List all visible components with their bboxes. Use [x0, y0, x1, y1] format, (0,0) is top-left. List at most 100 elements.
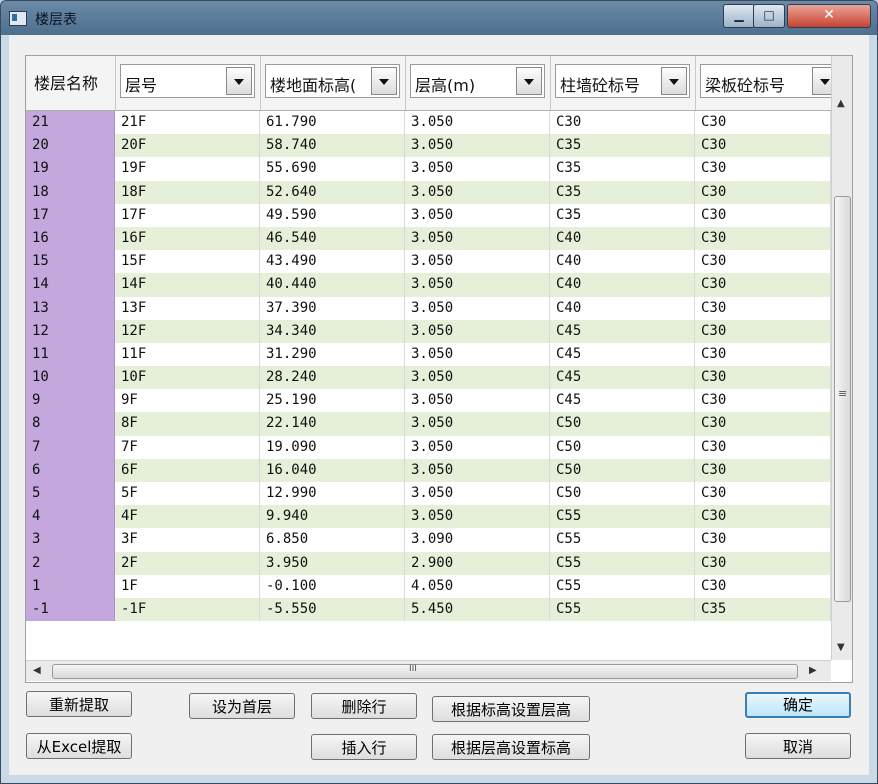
- cell-column-wall-concrete[interactable]: C45: [550, 389, 695, 412]
- cell-floor-number[interactable]: 12F: [115, 320, 260, 343]
- cell-elevation[interactable]: 61.790: [260, 111, 405, 134]
- cell-floor-name[interactable]: 14: [26, 273, 115, 296]
- cell-floor-name[interactable]: 15: [26, 250, 115, 273]
- cell-beam-slab-concrete[interactable]: C30: [695, 297, 831, 320]
- cell-story-height[interactable]: 3.050: [405, 366, 550, 389]
- chevron-down-icon[interactable]: [371, 67, 397, 95]
- table-row[interactable]: 1717F49.5903.050C35C30: [26, 204, 831, 227]
- cell-floor-name[interactable]: 19: [26, 157, 115, 180]
- cancel-button[interactable]: 取消: [745, 733, 851, 759]
- table-row[interactable]: 66F16.0403.050C50C30: [26, 459, 831, 482]
- cell-beam-slab-concrete[interactable]: C30: [695, 412, 831, 435]
- cell-elevation[interactable]: 52.640: [260, 181, 405, 204]
- chevron-down-icon[interactable]: [661, 67, 687, 95]
- cell-story-height[interactable]: 3.050: [405, 134, 550, 157]
- cell-column-wall-concrete[interactable]: C55: [550, 528, 695, 551]
- cell-floor-number[interactable]: 21F: [115, 111, 260, 134]
- cell-story-height[interactable]: 3.050: [405, 204, 550, 227]
- cell-floor-name[interactable]: 16: [26, 227, 115, 250]
- cell-floor-name[interactable]: 2: [26, 552, 115, 575]
- cell-beam-slab-concrete[interactable]: C35: [695, 598, 831, 621]
- cell-story-height[interactable]: 3.050: [405, 343, 550, 366]
- cell-beam-slab-concrete[interactable]: C30: [695, 204, 831, 227]
- cell-elevation[interactable]: 55.690: [260, 157, 405, 180]
- cell-floor-number[interactable]: 4F: [115, 505, 260, 528]
- vertical-scrollbar[interactable]: ▲ ▼: [831, 56, 852, 660]
- cell-beam-slab-concrete[interactable]: C30: [695, 181, 831, 204]
- cell-story-height[interactable]: 3.050: [405, 250, 550, 273]
- cell-story-height[interactable]: 5.450: [405, 598, 550, 621]
- cell-floor-name[interactable]: 21: [26, 111, 115, 134]
- cell-elevation[interactable]: 19.090: [260, 436, 405, 459]
- cell-beam-slab-concrete[interactable]: C30: [695, 389, 831, 412]
- cell-floor-name[interactable]: 12: [26, 320, 115, 343]
- table-row[interactable]: 99F25.1903.050C45C30: [26, 389, 831, 412]
- cell-column-wall-concrete[interactable]: C55: [550, 598, 695, 621]
- cell-story-height[interactable]: 3.050: [405, 459, 550, 482]
- cell-elevation[interactable]: 46.540: [260, 227, 405, 250]
- cell-column-wall-concrete[interactable]: C55: [550, 505, 695, 528]
- cell-floor-number[interactable]: 3F: [115, 528, 260, 551]
- table-row[interactable]: 1616F46.5403.050C40C30: [26, 227, 831, 250]
- chevron-down-icon[interactable]: [516, 67, 542, 95]
- cell-elevation[interactable]: -0.100: [260, 575, 405, 598]
- cell-floor-number[interactable]: 11F: [115, 343, 260, 366]
- cell-story-height[interactable]: 3.050: [405, 482, 550, 505]
- cell-floor-name[interactable]: 3: [26, 528, 115, 551]
- table-row[interactable]: 1010F28.2403.050C45C30: [26, 366, 831, 389]
- column-wall-concrete-combo[interactable]: 柱墙砼标号: [555, 64, 690, 98]
- cell-beam-slab-concrete[interactable]: C30: [695, 157, 831, 180]
- beam-slab-concrete-combo[interactable]: 梁板砼标号: [700, 64, 841, 98]
- cell-story-height[interactable]: 3.050: [405, 320, 550, 343]
- table-row[interactable]: 2121F61.7903.050C30C30: [26, 111, 831, 134]
- cell-elevation[interactable]: 6.850: [260, 528, 405, 551]
- set-elevation-by-height-button[interactable]: 根据层高设置标高: [432, 734, 590, 760]
- cell-floor-number[interactable]: 1F: [115, 575, 260, 598]
- cell-story-height[interactable]: 3.050: [405, 157, 550, 180]
- cell-floor-number[interactable]: 6F: [115, 459, 260, 482]
- horizontal-scrollbar[interactable]: ◀ ▶: [26, 660, 831, 681]
- table-row[interactable]: 1818F52.6403.050C35C30: [26, 181, 831, 204]
- table-row[interactable]: 55F12.9903.050C50C30: [26, 482, 831, 505]
- cell-floor-number[interactable]: 15F: [115, 250, 260, 273]
- cell-column-wall-concrete[interactable]: C35: [550, 181, 695, 204]
- maximize-button[interactable]: □: [753, 4, 785, 28]
- cell-column-wall-concrete[interactable]: C45: [550, 343, 695, 366]
- cell-floor-number[interactable]: 18F: [115, 181, 260, 204]
- table-row[interactable]: 1313F37.3903.050C40C30: [26, 297, 831, 320]
- floor-number-combo[interactable]: 层号: [120, 64, 255, 98]
- cell-column-wall-concrete[interactable]: C35: [550, 157, 695, 180]
- cell-column-wall-concrete[interactable]: C35: [550, 204, 695, 227]
- cell-floor-name[interactable]: 20: [26, 134, 115, 157]
- cell-beam-slab-concrete[interactable]: C30: [695, 111, 831, 134]
- cell-floor-number[interactable]: 14F: [115, 273, 260, 296]
- cell-beam-slab-concrete[interactable]: C30: [695, 343, 831, 366]
- cell-column-wall-concrete[interactable]: C30: [550, 111, 695, 134]
- insert-row-button[interactable]: 插入行: [311, 734, 417, 760]
- cell-elevation[interactable]: 16.040: [260, 459, 405, 482]
- table-row[interactable]: 2020F58.7403.050C35C30: [26, 134, 831, 157]
- close-button[interactable]: ✕: [787, 4, 871, 28]
- cell-elevation[interactable]: 25.190: [260, 389, 405, 412]
- cell-beam-slab-concrete[interactable]: C30: [695, 320, 831, 343]
- table-row[interactable]: 1111F31.2903.050C45C30: [26, 343, 831, 366]
- cell-beam-slab-concrete[interactable]: C30: [695, 227, 831, 250]
- cell-floor-number[interactable]: 19F: [115, 157, 260, 180]
- cell-story-height[interactable]: 3.050: [405, 111, 550, 134]
- cell-floor-number[interactable]: 20F: [115, 134, 260, 157]
- cell-beam-slab-concrete[interactable]: C30: [695, 366, 831, 389]
- cell-floor-number[interactable]: 17F: [115, 204, 260, 227]
- cell-floor-number[interactable]: 16F: [115, 227, 260, 250]
- cell-beam-slab-concrete[interactable]: C30: [695, 505, 831, 528]
- cell-floor-name[interactable]: 1: [26, 575, 115, 598]
- cell-column-wall-concrete[interactable]: C55: [550, 552, 695, 575]
- cell-floor-name[interactable]: 10: [26, 366, 115, 389]
- cell-elevation[interactable]: 40.440: [260, 273, 405, 296]
- cell-story-height[interactable]: 2.900: [405, 552, 550, 575]
- cell-floor-name[interactable]: -1: [26, 598, 115, 621]
- cell-floor-name[interactable]: 8: [26, 412, 115, 435]
- cell-floor-number[interactable]: -1F: [115, 598, 260, 621]
- cell-floor-number[interactable]: 7F: [115, 436, 260, 459]
- cell-floor-name[interactable]: 7: [26, 436, 115, 459]
- cell-story-height[interactable]: 4.050: [405, 575, 550, 598]
